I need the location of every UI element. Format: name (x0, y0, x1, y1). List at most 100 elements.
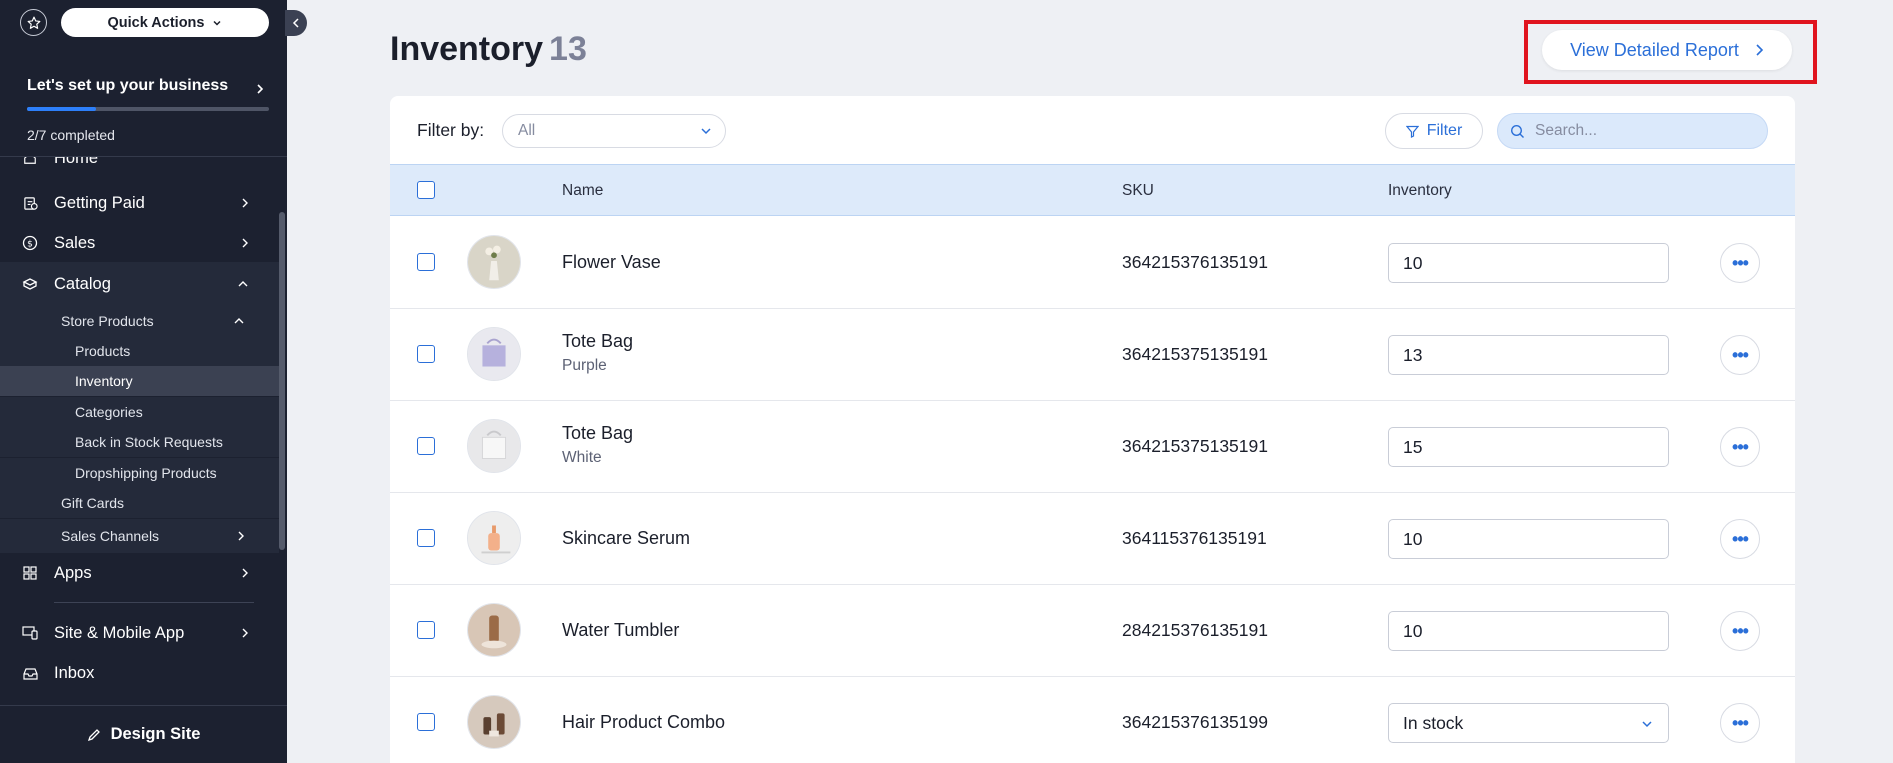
invoice-icon (22, 195, 38, 211)
inventory-count: 13 (549, 30, 587, 68)
column-header-inventory[interactable]: Inventory (1388, 182, 1452, 200)
sidebar-subitem-products[interactable]: Products (0, 336, 279, 366)
setup-progress-card[interactable]: Let's set up your business 2/7 completed (0, 45, 287, 157)
product-name: Tote Bag (562, 331, 634, 351)
product-sku: 284215376135191 (1122, 620, 1268, 640)
row-checkbox[interactable] (417, 713, 435, 731)
setup-progress-text: 2/7 completed (27, 127, 115, 143)
filter-select-value: All (518, 122, 536, 139)
more-actions-button[interactable]: ••• (1720, 611, 1760, 651)
sidebar-item-home[interactable]: Home (0, 157, 279, 177)
inventory-value: In stock (1403, 712, 1464, 733)
sidebar-subitem-store-products[interactable]: Store Products (0, 306, 279, 336)
more-actions-button[interactable]: ••• (1720, 703, 1760, 743)
row-checkbox[interactable] (417, 529, 435, 547)
sidebar-item-sales[interactable]: $ Sales (0, 224, 279, 262)
setup-title: Let's set up your business (27, 77, 229, 94)
row-checkbox[interactable] (417, 437, 435, 455)
quick-actions-label: Quick Actions (107, 14, 205, 31)
sidebar-item-getting-paid[interactable]: Getting Paid (0, 184, 279, 222)
sidebar-subitem-gift-cards[interactable]: Gift Cards (0, 488, 279, 518)
sidebar-item-catalog[interactable]: Catalog (0, 262, 279, 306)
inventory-card: Filter by: All Filter Search... Name SKU… (390, 96, 1795, 763)
inventory-value: 10 (1403, 620, 1423, 641)
table-row[interactable]: Tote Bag White 364215375135191 15 ••• (390, 401, 1795, 493)
column-header-name[interactable]: Name (562, 182, 603, 200)
chevron-right-icon (238, 531, 244, 541)
table-header: Name SKU Inventory (390, 164, 1795, 216)
sidebar-divider (54, 602, 254, 603)
table-row[interactable]: Hair Product Combo 364215376135199 In st… (390, 677, 1795, 763)
inventory-status-select[interactable]: In stock (1388, 703, 1669, 743)
table-row[interactable]: Flower Vase 364215376135191 10 ••• (390, 217, 1795, 309)
more-actions-button[interactable]: ••• (1720, 427, 1760, 467)
search-input[interactable]: Search... (1497, 113, 1768, 149)
inventory-quantity-input[interactable]: 13 (1388, 335, 1669, 375)
sidebar-scrollbar[interactable] (279, 212, 285, 550)
sidebar-item-label: Getting Paid (54, 193, 145, 212)
sidebar-item-site-mobile-app[interactable]: Site & Mobile App (0, 614, 279, 652)
table-row[interactable]: Water Tumbler 284215376135191 10 ••• (390, 585, 1795, 677)
product-sku: 364215376135199 (1122, 712, 1268, 732)
product-thumbnail[interactable] (467, 327, 521, 381)
subitem-label: Sales Channels (61, 528, 160, 544)
sidebar-item-label: Site & Mobile App (54, 623, 185, 642)
home-icon (22, 157, 38, 166)
inventory-quantity-input[interactable]: 10 (1388, 519, 1669, 559)
inventory-quantity-input[interactable]: 10 (1388, 611, 1669, 651)
design-site-button[interactable]: Design Site (0, 705, 287, 763)
row-checkbox[interactable] (417, 621, 435, 639)
chevron-right-icon (242, 238, 248, 248)
funnel-icon (1405, 125, 1419, 138)
chevron-right-icon (257, 84, 264, 94)
inventory-quantity-input[interactable]: 10 (1388, 243, 1669, 283)
row-checkbox[interactable] (417, 253, 435, 271)
sidebar: Quick Actions Let's set up your business… (0, 0, 287, 763)
filter-select[interactable]: All (502, 114, 726, 148)
product-variant: White (562, 449, 602, 466)
sidebar-subitem-back-in-stock[interactable]: Back in Stock Requests (0, 427, 279, 457)
column-header-sku[interactable]: SKU (1122, 182, 1154, 200)
chevron-up-icon (238, 281, 248, 287)
inbox-icon (22, 665, 38, 681)
setup-progress-bar (27, 107, 269, 111)
chevron-right-icon (242, 628, 248, 638)
filter-button[interactable]: Filter (1385, 113, 1483, 149)
table-row[interactable]: Tote Bag Purple 364215375135191 13 ••• (390, 309, 1795, 401)
more-actions-button[interactable]: ••• (1720, 243, 1760, 283)
more-icon: ••• (1732, 712, 1749, 733)
more-icon: ••• (1732, 620, 1749, 641)
subitem-label: Gift Cards (61, 495, 125, 511)
sidebar-subitem-sales-channels[interactable]: Sales Channels (0, 519, 279, 553)
more-actions-button[interactable]: ••• (1720, 335, 1760, 375)
more-actions-button[interactable]: ••• (1720, 519, 1760, 559)
report-button-label: View Detailed Report (1570, 39, 1739, 60)
product-thumbnail[interactable] (467, 511, 521, 565)
sidebar-item-inbox[interactable]: Inbox (0, 654, 279, 692)
pencil-icon (87, 728, 100, 741)
sidebar-item-apps[interactable]: Apps (0, 554, 279, 592)
sidebar-subitem-inventory[interactable]: Inventory (0, 366, 279, 396)
inventory-quantity-input[interactable]: 15 (1388, 427, 1669, 467)
subitem-label: Inventory (75, 373, 133, 389)
quick-actions-button[interactable]: Quick Actions (61, 8, 269, 37)
product-sku: 364115376135191 (1122, 528, 1267, 548)
product-thumbnail[interactable] (467, 235, 521, 289)
product-thumbnail[interactable] (467, 603, 521, 657)
product-thumbnail[interactable] (467, 419, 521, 473)
product-sku: 364215376135191 (1122, 252, 1268, 272)
sidebar-nav: Home Getting Paid $ Sales Catalog Store … (0, 157, 279, 705)
row-checkbox[interactable] (417, 345, 435, 363)
select-all-checkbox[interactable] (417, 181, 435, 199)
favorites-button[interactable] (20, 9, 47, 36)
catalog-icon (22, 276, 38, 292)
table-row[interactable]: Skincare Serum 364115376135191 10 ••• (390, 493, 1795, 585)
sidebar-item-label: Apps (54, 563, 92, 582)
devices-icon (22, 625, 38, 641)
view-detailed-report-button[interactable]: View Detailed Report (1542, 30, 1792, 70)
chevron-down-icon (1642, 721, 1652, 728)
collapse-sidebar-button[interactable] (285, 10, 307, 36)
sidebar-subitem-dropshipping[interactable]: Dropshipping Products (0, 458, 279, 488)
product-thumbnail[interactable] (467, 695, 521, 749)
sidebar-subitem-categories[interactable]: Categories (0, 397, 279, 427)
